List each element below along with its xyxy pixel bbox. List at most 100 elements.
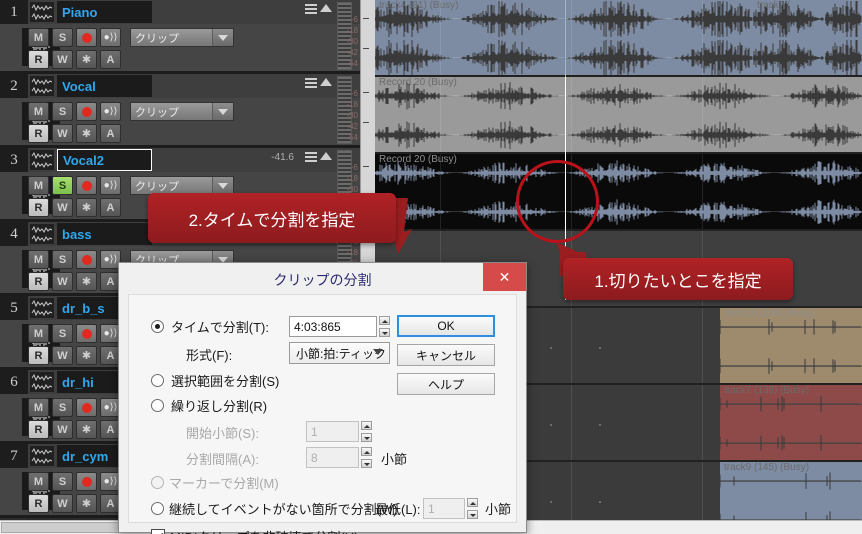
automation-snapshot-button[interactable]: ✱ <box>76 50 97 69</box>
read-automation-button[interactable]: R <box>28 198 49 217</box>
label-start-measure: 開始小節(S): <box>186 426 259 441</box>
chevron-down-icon[interactable] <box>212 177 233 194</box>
write-automation-button[interactable]: W <box>52 346 73 365</box>
arm-button[interactable]: A <box>100 124 121 143</box>
mute-button[interactable]: M <box>28 28 49 47</box>
radio-split-at-silence[interactable] <box>151 502 164 515</box>
minimum-input[interactable]: 1 <box>423 498 465 519</box>
input-echo-button[interactable]: ●⟩⟩ <box>100 28 121 47</box>
mute-button[interactable]: M <box>28 398 49 417</box>
mute-button[interactable]: M <box>28 472 49 491</box>
solo-button[interactable]: S <box>52 102 73 121</box>
track-name-field[interactable]: bass <box>57 223 152 245</box>
audio-clip[interactable]: Record 20 (Busy) <box>375 154 862 231</box>
automation-snapshot-button[interactable]: ✱ <box>76 198 97 217</box>
automation-snapshot-button[interactable]: ✱ <box>76 272 97 291</box>
close-icon[interactable]: ✕ <box>483 263 526 291</box>
write-automation-button[interactable]: W <box>52 50 73 69</box>
solo-button[interactable]: S <box>52 176 73 195</box>
audio-clip[interactable]: track6 ( <box>753 0 826 77</box>
collapse-arrow-icon[interactable] <box>320 78 332 86</box>
start-measure-spinner[interactable] <box>361 421 372 442</box>
read-automation-button[interactable]: R <box>28 50 49 69</box>
split-interval-input[interactable]: 8 <box>306 447 359 468</box>
read-automation-button[interactable]: R <box>28 494 49 513</box>
help-button[interactable]: ヘルプ <box>397 373 495 395</box>
automation-snapshot-button[interactable]: ✱ <box>76 494 97 513</box>
read-automation-button[interactable]: R <box>28 272 49 291</box>
solo-button[interactable]: S <box>52 250 73 269</box>
track-header: 1 Piano -6 -18 -30 -42 -54 <box>0 0 360 70</box>
input-echo-button[interactable]: ●⟩⟩ <box>100 102 121 121</box>
read-automation-button[interactable]: R <box>28 420 49 439</box>
track-name-field[interactable]: Vocal <box>57 75 152 97</box>
mute-button[interactable]: M <box>28 324 49 343</box>
dialog-titlebar[interactable]: クリップの分割 ✕ <box>119 263 526 294</box>
chevron-down-icon[interactable] <box>212 103 233 120</box>
radio-split-repeatedly[interactable] <box>151 399 164 412</box>
mute-button[interactable]: M <box>28 250 49 269</box>
label-split-at-silence: 継続してイベントがない箇所で分割(W) <box>169 502 398 517</box>
audio-clip[interactable] <box>825 0 862 77</box>
format-select[interactable]: 小節:拍:ティック <box>289 342 390 364</box>
solo-button[interactable]: S <box>52 398 73 417</box>
track-strip[interactable]: 1 Piano -6 -18 -30 -42 -54 M S ●⟩⟩ クリップ R W ✱ A <box>0 0 360 74</box>
record-arm-button[interactable] <box>76 324 97 343</box>
read-automation-button[interactable]: R <box>28 346 49 365</box>
write-automation-button[interactable]: W <box>52 420 73 439</box>
write-automation-button[interactable]: W <box>52 272 73 291</box>
highlight-circle-annotation <box>516 160 599 243</box>
start-measure-input[interactable]: 1 <box>306 421 359 442</box>
input-source-dropdown[interactable]: クリップ <box>130 102 234 121</box>
audio-clip[interactable]: Record 20 (Busy) <box>375 77 862 154</box>
mute-button[interactable]: M <box>28 102 49 121</box>
record-arm-button[interactable] <box>76 102 97 121</box>
chevron-down-icon[interactable] <box>212 29 233 46</box>
input-source-dropdown[interactable]: クリップ <box>130 28 234 47</box>
automation-snapshot-button[interactable]: ✱ <box>76 346 97 365</box>
audio-clip[interactable]: track9 (145) (Busy) <box>720 462 862 520</box>
audio-clip[interactable]: track10 (146) (Busy) <box>720 308 862 385</box>
chevron-down-icon <box>373 349 383 355</box>
minimum-spinner[interactable] <box>467 498 478 519</box>
audio-clip[interactable]: track7 (138) (Busy) <box>720 385 862 462</box>
ok-button[interactable]: OK <box>397 315 495 337</box>
cancel-button[interactable]: キャンセル <box>397 344 495 366</box>
waveform-icon <box>30 2 54 22</box>
time-input[interactable]: 4:03:865 <box>289 316 377 337</box>
collapse-arrow-icon[interactable] <box>320 4 332 12</box>
solo-button[interactable]: S <box>52 472 73 491</box>
collapse-arrow-icon[interactable] <box>320 152 332 160</box>
write-automation-button[interactable]: W <box>52 124 73 143</box>
write-automation-button[interactable]: W <box>52 198 73 217</box>
track-menu-icon[interactable] <box>305 4 317 16</box>
mute-button[interactable]: M <box>28 176 49 195</box>
solo-button[interactable]: S <box>52 28 73 47</box>
arm-button[interactable]: A <box>100 198 121 217</box>
split-interval-spinner[interactable] <box>361 447 372 468</box>
checkbox-midi-nondestructive[interactable] <box>151 529 165 534</box>
read-automation-button[interactable]: R <box>28 124 49 143</box>
record-arm-button[interactable] <box>76 472 97 491</box>
track-strip[interactable]: 2 Vocal -6 -18 -30 -42 -54 M S ●⟩⟩ クリップ R W ✱ A <box>0 74 360 148</box>
split-clips-dialog[interactable]: クリップの分割 ✕ タイムで分割(T): 4:03:865 形式(F): 小節:… <box>118 262 527 534</box>
record-arm-button[interactable] <box>76 28 97 47</box>
write-automation-button[interactable]: W <box>52 494 73 513</box>
loop-marker <box>565 0 566 77</box>
record-arm-button[interactable] <box>76 250 97 269</box>
track-name-field[interactable]: Piano <box>57 1 152 23</box>
track-menu-icon[interactable] <box>305 78 317 90</box>
record-arm-button[interactable] <box>76 398 97 417</box>
time-spinner[interactable] <box>379 316 390 337</box>
radio-split-by-time[interactable] <box>151 320 164 333</box>
radio-split-by-selection[interactable] <box>151 374 164 387</box>
automation-snapshot-button[interactable]: ✱ <box>76 420 97 439</box>
solo-button[interactable]: S <box>52 324 73 343</box>
arm-button[interactable]: A <box>100 50 121 69</box>
input-echo-button[interactable]: ●⟩⟩ <box>100 176 121 195</box>
waveform-icon <box>30 224 54 244</box>
track-menu-icon[interactable] <box>305 152 317 164</box>
track-name-field[interactable]: Vocal2 <box>57 149 152 171</box>
automation-snapshot-button[interactable]: ✱ <box>76 124 97 143</box>
record-arm-button[interactable] <box>76 176 97 195</box>
